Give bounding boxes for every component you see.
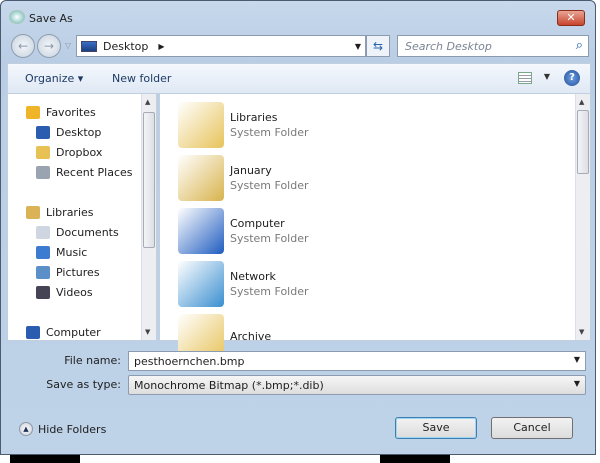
- file-item[interactable]: January System Folder: [178, 155, 309, 201]
- sidebar-item-music[interactable]: Music: [36, 246, 87, 259]
- app-icon: [9, 10, 25, 24]
- computer-icon: [26, 326, 40, 339]
- organize-button[interactable]: Organize ▾: [25, 72, 83, 85]
- save-as-type-select[interactable]: Monochrome Bitmap (*.bmp;*.dib) ▼: [128, 375, 586, 395]
- save-as-type-value: Monochrome Bitmap (*.bmp;*.dib): [134, 379, 324, 392]
- scroll-up-icon[interactable]: ▲: [579, 98, 584, 106]
- file-type: System Folder: [230, 285, 309, 298]
- new-folder-button[interactable]: New folder: [112, 72, 171, 85]
- search-icon[interactable]: ⌕: [576, 38, 583, 53]
- file-item[interactable]: Network System Folder: [178, 261, 309, 307]
- scroll-up-icon[interactable]: ▲: [145, 98, 150, 106]
- toolbar: Organize ▾ New folder ▼ ?: [7, 63, 591, 93]
- star-icon: [26, 106, 40, 119]
- user-folder-icon: [178, 155, 224, 201]
- background-strip: [380, 455, 450, 463]
- back-button[interactable]: ←: [11, 34, 35, 58]
- sidebar-item-favorites[interactable]: Favorites: [26, 106, 96, 119]
- save-as-type-dropdown-icon[interactable]: ▼: [574, 379, 580, 388]
- sidebar-item-label: Pictures: [56, 266, 100, 279]
- libraries-folder-icon: [178, 102, 224, 148]
- view-options-dropdown[interactable]: ▼: [544, 72, 550, 81]
- pictures-icon: [36, 266, 50, 279]
- sidebar-item-computer[interactable]: Computer: [26, 326, 101, 339]
- close-button[interactable]: ✕: [557, 10, 585, 26]
- sidebar-item-recent-places[interactable]: Recent Places: [36, 166, 133, 179]
- breadcrumb-desktop[interactable]: Desktop: [103, 40, 148, 53]
- collapse-up-icon: ▲: [19, 422, 33, 436]
- scroll-thumb[interactable]: [577, 110, 589, 174]
- refresh-button[interactable]: ⇆: [366, 35, 390, 57]
- scroll-down-icon[interactable]: ▼: [579, 328, 584, 336]
- sidebar-item-label: Desktop: [56, 126, 102, 139]
- window-title: Save As: [29, 12, 73, 25]
- file-type: System Folder: [230, 126, 309, 139]
- documents-icon: [36, 226, 50, 239]
- sidebar-item-videos[interactable]: Videos: [36, 286, 93, 299]
- file-type: System Folder: [230, 232, 309, 245]
- file-name-input[interactable]: pesthoernchen.bmp ▼: [128, 351, 586, 371]
- file-name: Archive: [230, 329, 272, 343]
- sidebar-item-dropbox[interactable]: Dropbox: [36, 146, 102, 159]
- navigation-scrollbar[interactable]: ▲ ▼: [141, 94, 156, 340]
- search-input[interactable]: Search Desktop ⌕: [397, 35, 589, 57]
- file-list-scrollbar[interactable]: ▲ ▼: [575, 94, 590, 340]
- sidebar-item-desktop[interactable]: Desktop: [36, 126, 101, 139]
- sidebar-item-label: Documents: [56, 226, 119, 239]
- hide-folders-button[interactable]: ▲ Hide Folders: [19, 422, 106, 436]
- scroll-down-icon[interactable]: ▼: [145, 328, 150, 336]
- sidebar-item-label: Videos: [56, 286, 93, 299]
- file-name-label: File name:: [64, 354, 121, 367]
- save-as-type-label: Save as type:: [46, 378, 121, 391]
- dropbox-icon: [36, 146, 50, 159]
- scroll-thumb[interactable]: [143, 112, 155, 248]
- network-icon: [178, 261, 224, 307]
- file-name: Network: [230, 270, 276, 283]
- desktop-icon: [36, 126, 50, 139]
- recent-locations-dropdown[interactable]: ▽: [65, 41, 71, 50]
- libraries-icon: [26, 206, 40, 219]
- sidebar-item-label: Favorites: [46, 106, 96, 119]
- file-list: ▲ ▼ Libraries System Folder January System …: [159, 93, 591, 360]
- change-view-icon[interactable]: [518, 72, 532, 84]
- save-button[interactable]: Save: [395, 417, 477, 439]
- breadcrumb-chevron-icon[interactable]: ▶: [158, 42, 164, 51]
- computer-icon: [178, 208, 224, 254]
- sidebar-item-libraries[interactable]: Libraries: [26, 206, 94, 219]
- sidebar-item-pictures[interactable]: Pictures: [36, 266, 100, 279]
- address-dropdown-icon[interactable]: ▼: [355, 42, 361, 51]
- sidebar-item-label: Recent Places: [56, 166, 133, 179]
- recent-places-icon: [36, 166, 50, 179]
- file-name-dropdown-icon[interactable]: ▼: [574, 355, 580, 364]
- hide-folders-label: Hide Folders: [38, 422, 107, 436]
- save-as-dialog: Save As ✕ ← → ▽ Desktop ▶ ▼ ⇆ Search Des…: [0, 0, 596, 455]
- sidebar-item-documents[interactable]: Documents: [36, 226, 119, 239]
- music-icon: [36, 246, 50, 259]
- file-item[interactable]: Computer System Folder: [178, 208, 309, 254]
- file-name: January: [230, 164, 272, 177]
- address-bar[interactable]: Desktop ▶ ▼: [76, 35, 366, 57]
- sidebar-item-label: Computer: [46, 326, 101, 339]
- navigation-pane: ▲ ▼ Favorites Desktop Dropbox Recent Places…: [7, 93, 157, 341]
- cancel-button[interactable]: Cancel: [491, 417, 573, 439]
- sidebar-item-label: Dropbox: [56, 146, 103, 159]
- file-name: Libraries: [230, 111, 278, 124]
- sidebar-item-label: Music: [56, 246, 88, 259]
- desktop-icon: [81, 40, 97, 52]
- videos-icon: [36, 286, 50, 299]
- search-placeholder: Search Desktop: [405, 40, 492, 53]
- file-name: Computer: [230, 217, 285, 230]
- file-name-value: pesthoernchen.bmp: [134, 355, 245, 368]
- background-strip: [10, 455, 80, 463]
- forward-button[interactable]: →: [37, 34, 61, 58]
- file-type: System Folder: [230, 179, 309, 192]
- sidebar-item-label: Libraries: [46, 206, 94, 219]
- file-item[interactable]: Libraries System Folder: [178, 102, 309, 148]
- help-button[interactable]: ?: [564, 70, 580, 86]
